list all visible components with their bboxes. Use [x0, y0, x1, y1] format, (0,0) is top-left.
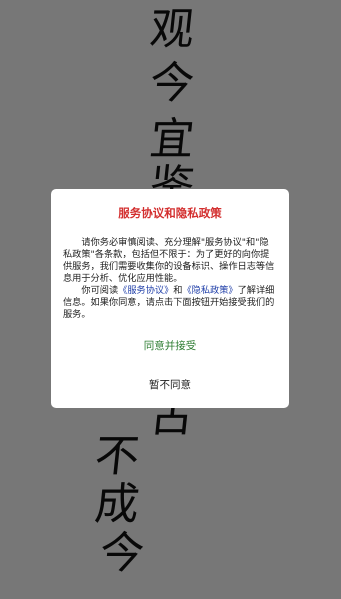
- dialog-paragraph-1: 请你务必审慎阅读、充分理解"服务协议"和"隐私政策"各条款，包括但不限于：为了更…: [63, 237, 275, 284]
- privacy-policy-link[interactable]: 《隐私政策》: [182, 285, 237, 296]
- service-agreement-link[interactable]: 《服务协议》: [118, 285, 173, 296]
- dialog-paragraph-2: 你可阅读《服务协议》和《隐私政策》了解详细信息。如果你同意，请点击下面按钮开始接…: [63, 285, 277, 321]
- privacy-policy-dialog: 服务协议和隐私政策 请你务必审慎阅读、充分理解"服务协议"和"隐私政策"各条款，…: [51, 189, 289, 408]
- app-screen: 观 今 宜 鉴 古 无 古 不 成 今 服务协议和隐私政策 请你务必审慎阅读、充…: [0, 0, 341, 599]
- dialog-body: 请你务必审慎阅读、充分理解"服务协议"和"隐私政策"各条款，包括但不限于：为了更…: [63, 237, 277, 321]
- paragraph-2-prefix: 你可阅读: [81, 285, 119, 296]
- agree-button[interactable]: 同意并接受: [63, 338, 277, 353]
- disagree-button[interactable]: 暂不同意: [63, 377, 277, 392]
- dialog-title: 服务协议和隐私政策: [118, 206, 222, 220]
